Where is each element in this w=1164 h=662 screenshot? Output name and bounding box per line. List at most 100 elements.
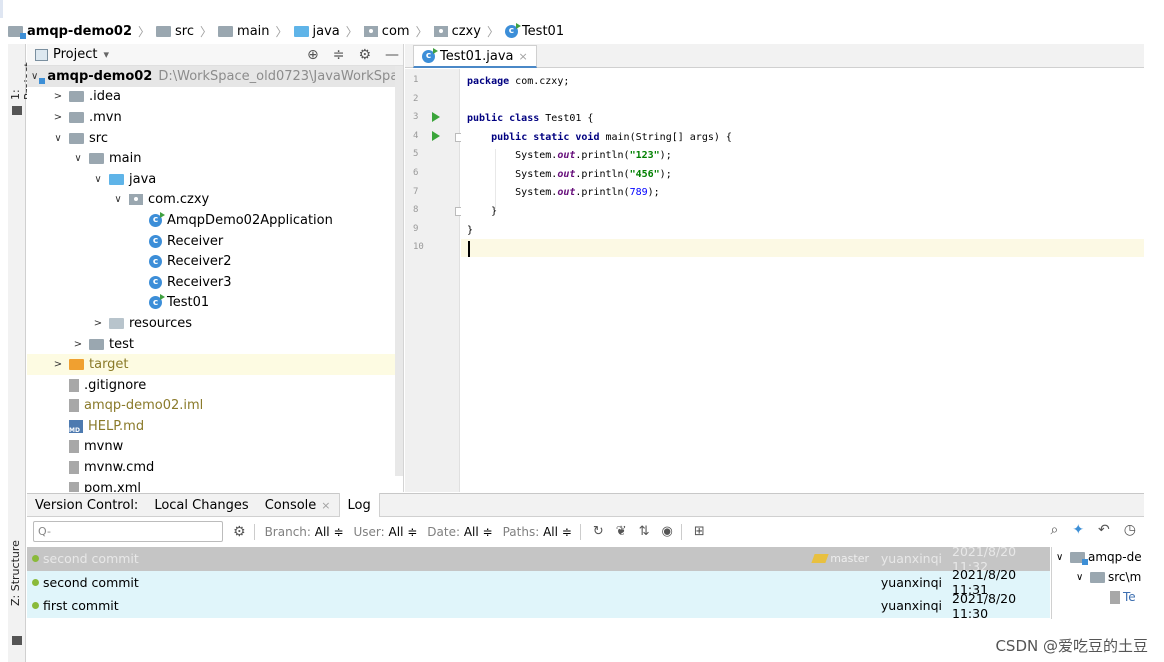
- commit-graph-node-icon: [32, 578, 39, 586]
- tree-item[interactable]: > test: [27, 334, 403, 355]
- chevron-right-icon[interactable]: >: [51, 112, 65, 123]
- breadcrumb-item-main[interactable]: main: [218, 24, 270, 39]
- watermark: CSDN @爱吃豆的土豆: [995, 637, 1148, 655]
- tree-item[interactable]: ∨ src: [27, 128, 403, 149]
- line-number: 2: [413, 93, 419, 104]
- chevron-down-icon[interactable]: ∨: [1056, 552, 1070, 563]
- chevron-down-icon[interactable]: ∨: [1076, 572, 1090, 583]
- chevron-right-icon[interactable]: >: [51, 91, 65, 102]
- tree-item[interactable]: > .mvn: [27, 107, 403, 128]
- tree-item[interactable]: c Test01: [27, 293, 403, 314]
- tree-item[interactable]: ∨ main: [27, 148, 403, 169]
- tab-console[interactable]: Console ×: [257, 494, 339, 517]
- breadcrumb-item-java[interactable]: java: [293, 24, 340, 39]
- search-icon[interactable]: ⌕: [1050, 522, 1058, 538]
- editor-gutter: 1 2 3 4 5 6 7 8 9 10: [405, 69, 464, 492]
- tree-item[interactable]: .gitignore: [27, 375, 403, 396]
- breadcrumb-item-czxy[interactable]: czxy: [433, 24, 481, 39]
- change-tree-item[interactable]: Te: [1052, 587, 1144, 607]
- run-class-icon[interactable]: [432, 112, 440, 122]
- refresh-icon[interactable]: ↻: [593, 524, 604, 539]
- paths-filter[interactable]: Paths: All ≑: [503, 525, 572, 539]
- tree-item[interactable]: c Receiver3: [27, 272, 403, 293]
- tree-item[interactable]: ∨ com.czxy: [27, 190, 403, 211]
- tree-item[interactable]: c AmqpDemo02Application: [27, 210, 403, 231]
- class-icon: c: [149, 275, 162, 289]
- runnable-class-icon: c: [422, 47, 438, 63]
- chevron-down-icon[interactable]: ∨: [31, 71, 38, 82]
- tree-item[interactable]: HELP.md: [27, 416, 403, 437]
- chevron-right-icon[interactable]: >: [51, 359, 65, 370]
- user-filter[interactable]: User: All ≑: [354, 525, 418, 539]
- left-tool-rail: 1: Project Z: Structure: [8, 44, 35, 662]
- code-token: );: [647, 187, 660, 199]
- tree-item-label: amqp-demo02.iml: [84, 398, 204, 414]
- chevron-right-icon[interactable]: >: [71, 339, 85, 350]
- change-tree-item[interactable]: ∨ amqp-de: [1052, 547, 1144, 567]
- eye-icon[interactable]: ◉: [662, 524, 673, 539]
- runnable-class-icon: c: [149, 294, 165, 310]
- commit-row[interactable]: second commit yuanxinqi 2021/8/20 11:31: [27, 567, 1050, 597]
- vertical-scrollbar[interactable]: [395, 66, 403, 476]
- collapse-all-icon[interactable]: ≑: [333, 47, 345, 63]
- gear-icon[interactable]: ⚙: [358, 47, 371, 63]
- tab-local-changes[interactable]: Local Changes: [146, 494, 256, 517]
- tree-item[interactable]: c Receiver: [27, 231, 403, 252]
- undo-icon[interactable]: ↶: [1098, 522, 1110, 538]
- chevron-right-icon[interactable]: >: [91, 318, 105, 329]
- tree-item[interactable]: ∨ amqp-demo02 D:\WorkSpace_old0723\JavaWor…: [27, 66, 403, 87]
- chevron-down-icon[interactable]: ▾: [103, 48, 109, 61]
- expand-icon[interactable]: ✦: [1072, 522, 1084, 538]
- resources-folder-icon: [109, 317, 124, 329]
- folder-icon: [69, 132, 84, 144]
- chevron-down-icon[interactable]: ∨: [51, 133, 65, 144]
- breadcrumb-item-project[interactable]: amqp-demo02: [8, 24, 132, 39]
- log-search-input[interactable]: Q-: [33, 521, 223, 542]
- chevron-down-icon[interactable]: ∨: [71, 153, 85, 164]
- tree-item-label: .gitignore: [84, 377, 147, 393]
- chevron-down-icon[interactable]: ∨: [91, 174, 105, 185]
- project-panel-header[interactable]: Project ▾ ⊕ ≑ ⚙ —: [27, 44, 403, 66]
- close-icon[interactable]: ×: [519, 50, 528, 63]
- chevron-down-icon[interactable]: ∨: [111, 194, 125, 205]
- locate-icon[interactable]: ⊕: [307, 47, 319, 63]
- tree-item[interactable]: amqp-demo02.iml: [27, 396, 403, 417]
- tree-item[interactable]: ∨ java: [27, 169, 403, 190]
- tab-test01-java[interactable]: c Test01.java ×: [413, 45, 537, 68]
- runnable-class-icon: c: [149, 211, 165, 227]
- graph-options-icon[interactable]: ⊞: [694, 524, 705, 539]
- tree-item[interactable]: mvnw.cmd: [27, 457, 403, 478]
- branch-filter[interactable]: Branch: All ≑: [265, 525, 344, 539]
- code-editor[interactable]: package com.czxy; public class Test01 { p…: [461, 69, 1144, 492]
- tree-item[interactable]: > resources: [27, 313, 403, 334]
- tree-item[interactable]: mvnw: [27, 437, 403, 458]
- code-token: .println(: [575, 168, 630, 180]
- run-main-icon[interactable]: [432, 131, 440, 141]
- breadcrumb-item-test01[interactable]: c Test01: [504, 22, 564, 39]
- breadcrumb-item-com[interactable]: com: [363, 24, 410, 39]
- structure-tool-tab[interactable]: Z: Structure: [9, 534, 22, 606]
- tree-item[interactable]: c Receiver2: [27, 251, 403, 272]
- commit-author: yuanxinqi: [880, 574, 942, 590]
- class-icon: c: [149, 234, 162, 248]
- code-token: package: [467, 75, 510, 87]
- commit-row[interactable]: first commit yuanxinqi 2021/8/20 11:30: [27, 591, 1050, 621]
- tree-item[interactable]: pom.xml: [27, 478, 403, 492]
- change-tree-item[interactable]: ∨ src\m: [1052, 567, 1144, 587]
- tree-item-label: target: [89, 357, 129, 373]
- date-filter[interactable]: Date: All ≑: [427, 525, 492, 539]
- commit-row[interactable]: second commit master yuanxinqi 2021/8/20 11…: [27, 544, 1050, 574]
- folder-icon: [89, 338, 104, 350]
- sort-icon[interactable]: ⇅: [639, 524, 650, 539]
- minimize-icon[interactable]: —: [385, 47, 399, 63]
- tab-log[interactable]: Log: [338, 493, 380, 517]
- tree-item[interactable]: > .idea: [27, 87, 403, 108]
- window-top-strip: [0, 0, 1164, 18]
- tree-item[interactable]: > target: [27, 354, 403, 375]
- breadcrumb-item-src[interactable]: src: [156, 24, 194, 39]
- cherry-pick-icon[interactable]: ❦: [616, 524, 627, 539]
- history-icon[interactable]: ◷: [1124, 522, 1136, 538]
- gear-icon[interactable]: ⚙: [233, 524, 246, 540]
- close-icon[interactable]: ×: [321, 499, 330, 512]
- code-token: System.: [467, 168, 558, 180]
